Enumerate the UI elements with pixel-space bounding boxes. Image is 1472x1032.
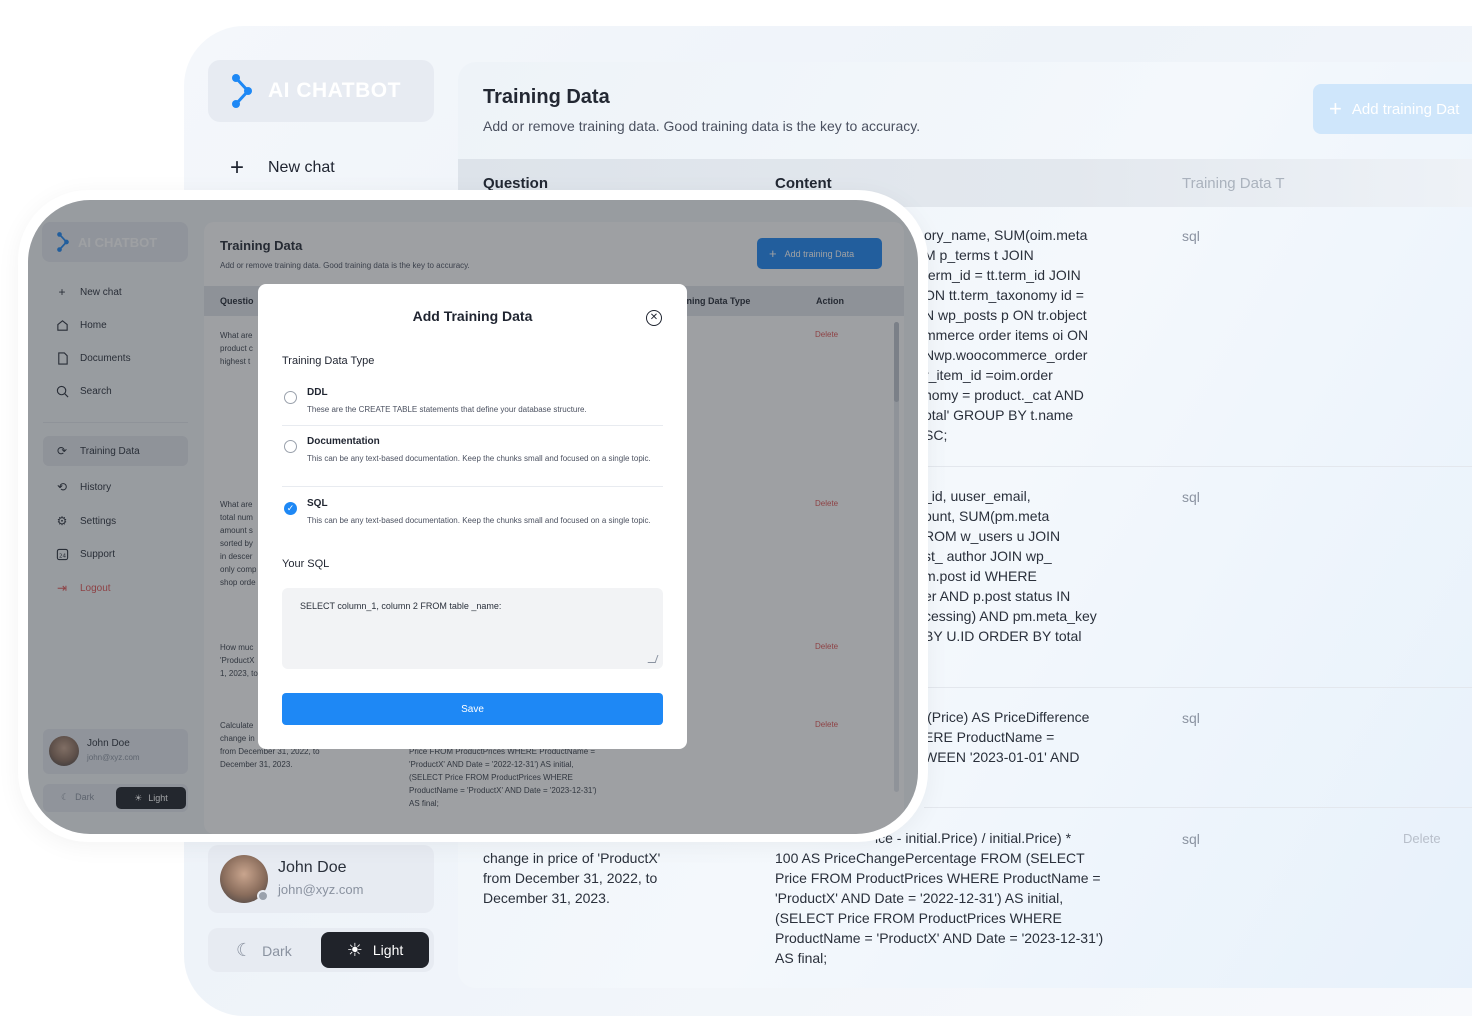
save-button[interactable]: Save xyxy=(282,693,663,725)
column-header-type: Training Data T xyxy=(1182,175,1285,192)
light-theme-button[interactable]: ☀ Light xyxy=(321,932,429,968)
delete-button[interactable]: Delete xyxy=(1403,831,1441,846)
logo-icon xyxy=(232,74,252,108)
light-label: Light xyxy=(372,942,404,958)
option-divider xyxy=(282,486,663,487)
new-chat-label: New chat xyxy=(268,159,335,176)
new-chat-button[interactable]: + New chat xyxy=(230,154,335,181)
option-title: Documentation xyxy=(307,436,380,447)
table-cell-type: sql xyxy=(1182,831,1200,847)
table-cell-content: ory_name, SUM(oim.meta M p_terms t JOIN te… xyxy=(924,227,1089,443)
radio-documentation[interactable] xyxy=(284,440,297,453)
user-email: john@xyz.com xyxy=(278,882,364,897)
theme-toggle: ☾ Dark ☀ Light xyxy=(208,928,434,972)
radio-sql-checked[interactable]: ✓ xyxy=(284,502,297,515)
sun-icon: ☀ xyxy=(346,939,363,960)
add-training-data-modal: Add Training Data ✕ Training Data Type D… xyxy=(258,284,687,749)
radio-ddl[interactable] xyxy=(284,391,297,404)
add-training-data-button[interactable]: + Add training Dat xyxy=(1313,84,1472,134)
page-subtitle: Add or remove training data. Good traini… xyxy=(483,118,921,134)
app-logo: AI CHATBOT xyxy=(208,60,434,122)
user-card[interactable]: John Doe john@xyz.com xyxy=(208,845,434,913)
add-training-data-label: Add training Dat xyxy=(1351,100,1460,118)
row-divider xyxy=(924,466,1472,467)
row-divider xyxy=(924,807,1472,808)
table-cell-content: _id, uuser_email, ount, SUM(pm.meta ROM w_… xyxy=(924,488,1097,644)
option-description: These are the CREATE TABLE statements th… xyxy=(307,405,587,414)
moon-icon: ☾ xyxy=(236,940,253,960)
option-divider xyxy=(282,425,663,426)
option-title: SQL xyxy=(307,498,328,509)
option-description: This can be any text-based documentation… xyxy=(307,516,651,525)
foreground-app-window: AI CHATBOT + New chat Home Documents Sea… xyxy=(28,200,918,834)
page-title: Training Data xyxy=(483,86,610,108)
sql-value: SELECT column_1, column 2 FROM table _na… xyxy=(300,601,502,611)
dark-label: Dark xyxy=(262,942,292,959)
table-cell-content: ice - initial.Price) / initial.Price) * 1… xyxy=(775,830,1104,966)
close-icon[interactable]: ✕ xyxy=(646,310,662,326)
training-data-type-label: Training Data Type xyxy=(282,355,375,367)
resize-handle-icon[interactable] xyxy=(647,655,659,663)
option-description: This can be any text-based documentation… xyxy=(307,454,651,463)
sql-textarea[interactable]: SELECT column_1, column 2 FROM table _na… xyxy=(282,588,663,669)
plus-icon: + xyxy=(230,154,245,181)
dark-theme-button[interactable]: ☾ Dark xyxy=(236,940,292,961)
table-cell-content: l(Price) AS PriceDifference ERE ProductNa… xyxy=(924,709,1090,765)
table-cell-type: sql xyxy=(1182,710,1200,726)
option-title: DDL xyxy=(307,387,328,398)
table-cell-type: sql xyxy=(1182,228,1200,244)
your-sql-label: Your SQL xyxy=(282,558,330,570)
user-name: John Doe xyxy=(278,859,347,876)
plus-icon: + xyxy=(1329,96,1342,121)
avatar xyxy=(220,855,269,903)
logo-text: AI CHATBOT xyxy=(268,79,401,102)
modal-title: Add Training Data xyxy=(412,308,533,324)
status-dot xyxy=(257,890,269,902)
table-cell-type: sql xyxy=(1182,489,1200,505)
table-cell-question: change in price of 'ProductX' from Decemb… xyxy=(483,850,661,906)
row-divider xyxy=(924,687,1472,688)
